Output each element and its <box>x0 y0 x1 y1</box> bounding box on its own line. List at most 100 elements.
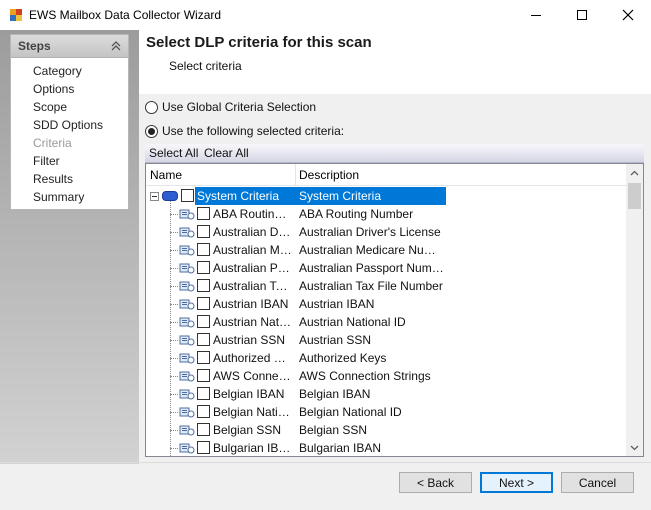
tree-branch-line <box>170 358 178 359</box>
clear-all-button[interactable]: Clear All <box>204 146 249 160</box>
tree-branch-line <box>170 322 178 323</box>
steps-panel: Steps Category Options Scope SDD Options… <box>10 34 129 210</box>
close-button[interactable] <box>605 0 651 30</box>
criteria-tree-grid[interactable]: Name Description System Criteria System … <box>145 163 644 457</box>
tree-row[interactable]: ABA Routing Number ABA Routing Number <box>146 205 628 223</box>
criteria-item-icon <box>179 353 195 364</box>
tree-branch-line <box>170 304 178 305</box>
row-name: Austrian IBAN <box>213 297 289 311</box>
row-description: Australian Driver's License <box>299 225 441 239</box>
row-checkbox[interactable] <box>197 243 210 256</box>
minimize-icon <box>531 15 541 16</box>
row-checkbox[interactable] <box>197 297 210 310</box>
collapse-chevron-icon[interactable] <box>110 39 122 53</box>
next-button[interactable]: Next > <box>480 472 553 493</box>
scroll-down-button[interactable] <box>626 439 643 456</box>
root-checkbox[interactable] <box>181 189 194 202</box>
criteria-item-icon <box>179 443 195 454</box>
row-checkbox[interactable] <box>197 315 210 328</box>
row-checkbox[interactable] <box>197 405 210 418</box>
tree-branch-line <box>170 250 178 251</box>
tree-row[interactable]: Australian Passport Number Australian Pas… <box>146 259 628 277</box>
row-checkbox[interactable] <box>197 333 210 346</box>
criteria-item-icon <box>179 389 195 400</box>
row-description: Austrian SSN <box>299 333 372 347</box>
row-checkbox[interactable] <box>197 423 210 436</box>
row-description: AWS Connection Strings <box>299 369 431 383</box>
row-name: Australian Driver's License <box>213 225 292 239</box>
scroll-up-button[interactable] <box>626 164 643 181</box>
page-title: Select DLP criteria for this scan <box>146 34 372 51</box>
row-description: Austrian National ID <box>299 315 406 329</box>
step-filter: Filter <box>33 154 60 168</box>
global-criteria-label[interactable]: Use Global Criteria Selection <box>162 100 316 114</box>
tree-row[interactable]: AWS Connection Strings AWS Connection Str… <box>146 367 628 385</box>
tree-row[interactable]: Belgian National ID Belgian National ID <box>146 403 628 421</box>
tree-row[interactable]: Bulgarian IBAN Bulgarian IBAN <box>146 439 628 456</box>
footer-divider <box>0 462 651 463</box>
vertical-scrollbar[interactable] <box>626 164 643 456</box>
tree-row[interactable]: Austrian National ID Austrian National ID <box>146 313 628 331</box>
row-name: Australian Passport Number <box>213 261 292 275</box>
root-description: System Criteria <box>299 189 382 203</box>
row-checkbox[interactable] <box>197 261 210 274</box>
tree-row[interactable]: Belgian SSN Belgian SSN <box>146 421 628 439</box>
tree-branch-line <box>170 430 178 431</box>
row-name: AWS Connection Strings <box>213 369 292 383</box>
tree-row[interactable]: Belgian IBAN Belgian IBAN <box>146 385 628 403</box>
steps-header[interactable]: Steps <box>11 35 128 58</box>
row-description: Belgian IBAN <box>299 387 371 401</box>
tree-row[interactable]: Australian Tax File Number Australian Tax… <box>146 277 628 295</box>
row-description: Australian Medicare Number <box>299 243 445 257</box>
selected-criteria-label[interactable]: Use the following selected criteria: <box>162 124 344 138</box>
criteria-item-icon <box>179 407 195 418</box>
tree-root-row[interactable]: System Criteria System Criteria <box>146 187 628 205</box>
row-description: Belgian SSN <box>299 423 368 437</box>
column-header-description[interactable]: Description <box>299 168 359 182</box>
grid-header: Name Description <box>146 164 628 186</box>
maximize-button[interactable] <box>559 0 605 30</box>
tree-row[interactable]: Austrian IBAN Austrian IBAN <box>146 295 628 313</box>
step-results: Results <box>33 172 74 186</box>
column-divider[interactable] <box>295 164 296 186</box>
criteria-item-icon <box>179 209 195 220</box>
tree-branch-line <box>170 376 178 377</box>
steps-title: Steps <box>18 39 51 53</box>
step-sdd-options: SDD Options <box>33 118 104 132</box>
row-checkbox[interactable] <box>197 441 210 454</box>
row-name: Belgian SSN <box>213 423 282 437</box>
row-checkbox[interactable] <box>197 387 210 400</box>
tree-row[interactable]: Australian Medicare Number Australian Med… <box>146 241 628 259</box>
row-name: Australian Medicare Number <box>213 243 292 257</box>
back-button[interactable]: < Back <box>399 472 472 493</box>
criteria-item-icon <box>179 263 195 274</box>
row-description: Bulgarian IBAN <box>299 441 382 455</box>
page-header: Select DLP criteria for this scan Select… <box>139 30 651 94</box>
row-checkbox[interactable] <box>197 225 210 238</box>
collapse-toggle-icon[interactable] <box>150 192 159 201</box>
cancel-button[interactable]: Cancel <box>561 472 634 493</box>
tree-row[interactable]: Authorized Keys Authorized Keys <box>146 349 628 367</box>
row-checkbox[interactable] <box>197 279 210 292</box>
row-checkbox[interactable] <box>197 207 210 220</box>
row-checkbox[interactable] <box>197 351 210 364</box>
tree-row[interactable]: Austrian SSN Austrian SSN <box>146 331 628 349</box>
select-all-button[interactable]: Select All <box>149 146 198 160</box>
row-checkbox[interactable] <box>197 369 210 382</box>
title-bar: EWS Mailbox Data Collector Wizard <box>0 0 651 30</box>
column-header-name[interactable]: Name <box>150 168 182 182</box>
row-description: Australian Tax File Number <box>299 279 443 293</box>
close-icon <box>622 9 634 21</box>
selected-criteria-radio[interactable] <box>145 125 158 138</box>
criteria-item-icon <box>179 299 195 310</box>
row-name: Austrian National ID <box>213 315 292 329</box>
global-criteria-radio[interactable] <box>145 101 158 114</box>
scroll-thumb[interactable] <box>628 183 641 209</box>
minimize-button[interactable] <box>513 0 559 30</box>
row-name: Australian Tax File Number <box>213 279 292 293</box>
tree-row[interactable]: Australian Driver's License Australian Dr… <box>146 223 628 241</box>
tree-branch-line <box>170 232 178 233</box>
row-description: Belgian National ID <box>299 405 402 419</box>
criteria-group-icon <box>162 191 178 201</box>
tree-branch-line <box>170 214 178 215</box>
